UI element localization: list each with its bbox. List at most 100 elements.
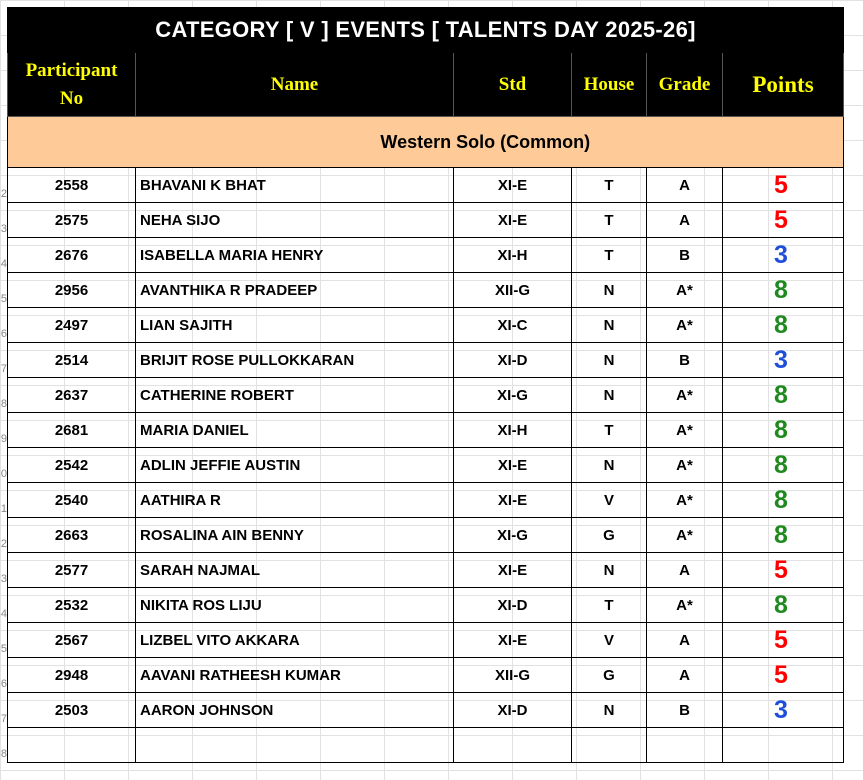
name-cell[interactable]: BHAVANI K BHAT bbox=[135, 167, 454, 203]
header-house[interactable]: House bbox=[571, 52, 647, 117]
std-cell[interactable]: XI-H bbox=[453, 237, 572, 273]
points-cell[interactable]: 5 bbox=[721, 657, 845, 693]
points-cell[interactable]: 8 bbox=[721, 447, 845, 483]
house-cell[interactable]: N bbox=[571, 342, 647, 378]
grade-cell[interactable]: A* bbox=[646, 447, 723, 483]
std-cell[interactable]: XI-G bbox=[453, 377, 572, 413]
row-number[interactable]: 5 bbox=[0, 642, 7, 656]
points-cell[interactable]: 8 bbox=[721, 307, 845, 343]
participant-no-cell[interactable]: 2577 bbox=[7, 552, 136, 588]
grade-cell[interactable]: A* bbox=[646, 517, 723, 553]
grade-cell[interactable]: A* bbox=[646, 377, 723, 413]
name-cell[interactable]: AAVANI RATHEESH KUMAR bbox=[135, 657, 454, 693]
std-cell[interactable]: XI-D bbox=[453, 342, 572, 378]
house-cell[interactable]: T bbox=[571, 587, 647, 623]
grade-cell[interactable]: A* bbox=[646, 412, 723, 448]
row-number[interactable]: 7 bbox=[0, 712, 7, 726]
participant-no-cell[interactable]: 2503 bbox=[7, 692, 136, 728]
name-cell[interactable]: ISABELLA MARIA HENRY bbox=[135, 237, 454, 273]
points-cell[interactable]: 8 bbox=[721, 412, 845, 448]
participant-no-cell[interactable]: 2497 bbox=[7, 307, 136, 343]
points-cell[interactable]: 8 bbox=[721, 517, 845, 553]
grade-cell[interactable]: A* bbox=[646, 307, 723, 343]
participant-no-cell[interactable]: 2575 bbox=[7, 202, 136, 238]
points-cell[interactable]: 8 bbox=[721, 377, 845, 413]
participant-no-cell[interactable]: 2637 bbox=[7, 377, 136, 413]
participant-no-cell[interactable]: 2558 bbox=[7, 167, 136, 203]
name-cell[interactable]: SARAH NAJMAL bbox=[135, 552, 454, 588]
house-cell[interactable]: T bbox=[571, 202, 647, 238]
row-number[interactable]: 2 bbox=[0, 537, 7, 551]
grade-cell[interactable]: B bbox=[646, 692, 723, 728]
std-cell[interactable]: XII-G bbox=[453, 272, 572, 308]
row-number[interactable]: 3 bbox=[0, 572, 7, 586]
points-cell[interactable]: 5 bbox=[721, 167, 845, 203]
section-pad-cell[interactable] bbox=[7, 116, 136, 168]
house-cell[interactable]: V bbox=[571, 482, 647, 518]
points-cell[interactable]: 8 bbox=[721, 587, 845, 623]
house-cell[interactable]: G bbox=[571, 657, 647, 693]
header-points[interactable]: Points bbox=[721, 52, 845, 117]
participant-no-cell[interactable]: 2676 bbox=[7, 237, 136, 273]
participant-no-cell[interactable]: 2542 bbox=[7, 447, 136, 483]
points-cell[interactable]: 5 bbox=[721, 552, 845, 588]
name-cell[interactable]: AVANTHIKA R PRADEEP bbox=[135, 272, 454, 308]
points-cell[interactable]: 5 bbox=[721, 202, 845, 238]
name-cell[interactable]: LIAN SAJITH bbox=[135, 307, 454, 343]
row-number[interactable]: 6 bbox=[0, 677, 7, 691]
house-cell[interactable]: T bbox=[571, 167, 647, 203]
std-cell[interactable]: XI-E bbox=[453, 447, 572, 483]
house-cell[interactable]: N bbox=[571, 692, 647, 728]
participant-no-cell[interactable]: 2681 bbox=[7, 412, 136, 448]
std-cell[interactable]: XI-D bbox=[453, 587, 572, 623]
house-cell[interactable]: G bbox=[571, 517, 647, 553]
section-title[interactable]: Western Solo (Common) bbox=[135, 116, 845, 168]
name-cell[interactable]: BRIJIT ROSE PULLOKKARAN bbox=[135, 342, 454, 378]
std-cell[interactable]: XI-E bbox=[453, 202, 572, 238]
grade-cell[interactable]: B bbox=[646, 342, 723, 378]
participant-no-cell[interactable]: 2948 bbox=[7, 657, 136, 693]
grade-cell[interactable]: A* bbox=[646, 587, 723, 623]
house-cell[interactable]: T bbox=[571, 237, 647, 273]
name-cell[interactable]: LIZBEL VITO AKKARA bbox=[135, 622, 454, 658]
participant-no-cell[interactable]: 2567 bbox=[7, 622, 136, 658]
row-number[interactable]: 7 bbox=[0, 362, 7, 376]
row-number[interactable]: 3 bbox=[0, 222, 7, 236]
std-cell[interactable]: XI-G bbox=[453, 517, 572, 553]
points-cell[interactable]: 8 bbox=[721, 272, 845, 308]
points-cell[interactable]: 5 bbox=[721, 622, 845, 658]
house-cell[interactable]: N bbox=[571, 307, 647, 343]
participant-no-cell[interactable]: 2956 bbox=[7, 272, 136, 308]
house-cell[interactable]: N bbox=[571, 377, 647, 413]
grade-cell[interactable]: A bbox=[646, 552, 723, 588]
grade-cell[interactable]: A* bbox=[646, 482, 723, 518]
row-number[interactable]: 8 bbox=[0, 397, 7, 411]
header-grade[interactable]: Grade bbox=[646, 52, 723, 117]
std-cell[interactable]: XI-H bbox=[453, 412, 572, 448]
name-cell[interactable]: CATHERINE ROBERT bbox=[135, 377, 454, 413]
row-number[interactable]: 9 bbox=[0, 432, 7, 446]
std-cell[interactable]: XI-E bbox=[453, 552, 572, 588]
std-cell[interactable]: XI-E bbox=[453, 622, 572, 658]
house-cell[interactable]: N bbox=[571, 447, 647, 483]
house-cell[interactable]: T bbox=[571, 412, 647, 448]
grade-cell[interactable]: A bbox=[646, 167, 723, 203]
participant-no-cell[interactable]: 2540 bbox=[7, 482, 136, 518]
empty-cell[interactable] bbox=[453, 727, 572, 763]
std-cell[interactable]: XI-C bbox=[453, 307, 572, 343]
name-cell[interactable]: AATHIRA R bbox=[135, 482, 454, 518]
points-cell[interactable]: 3 bbox=[721, 237, 845, 273]
empty-cell[interactable] bbox=[135, 727, 454, 763]
name-cell[interactable]: MARIA DANIEL bbox=[135, 412, 454, 448]
empty-cell[interactable] bbox=[571, 727, 647, 763]
name-cell[interactable]: NEHA SIJO bbox=[135, 202, 454, 238]
row-number[interactable]: 4 bbox=[0, 607, 7, 621]
grade-cell[interactable]: A bbox=[646, 657, 723, 693]
grade-cell[interactable]: B bbox=[646, 237, 723, 273]
name-cell[interactable]: ROSALINA AIN BENNY bbox=[135, 517, 454, 553]
row-number[interactable]: 4 bbox=[0, 257, 7, 271]
participant-no-cell[interactable]: 2663 bbox=[7, 517, 136, 553]
grade-cell[interactable]: A bbox=[646, 622, 723, 658]
row-number[interactable]: 6 bbox=[0, 327, 7, 341]
std-cell[interactable]: XI-E bbox=[453, 167, 572, 203]
